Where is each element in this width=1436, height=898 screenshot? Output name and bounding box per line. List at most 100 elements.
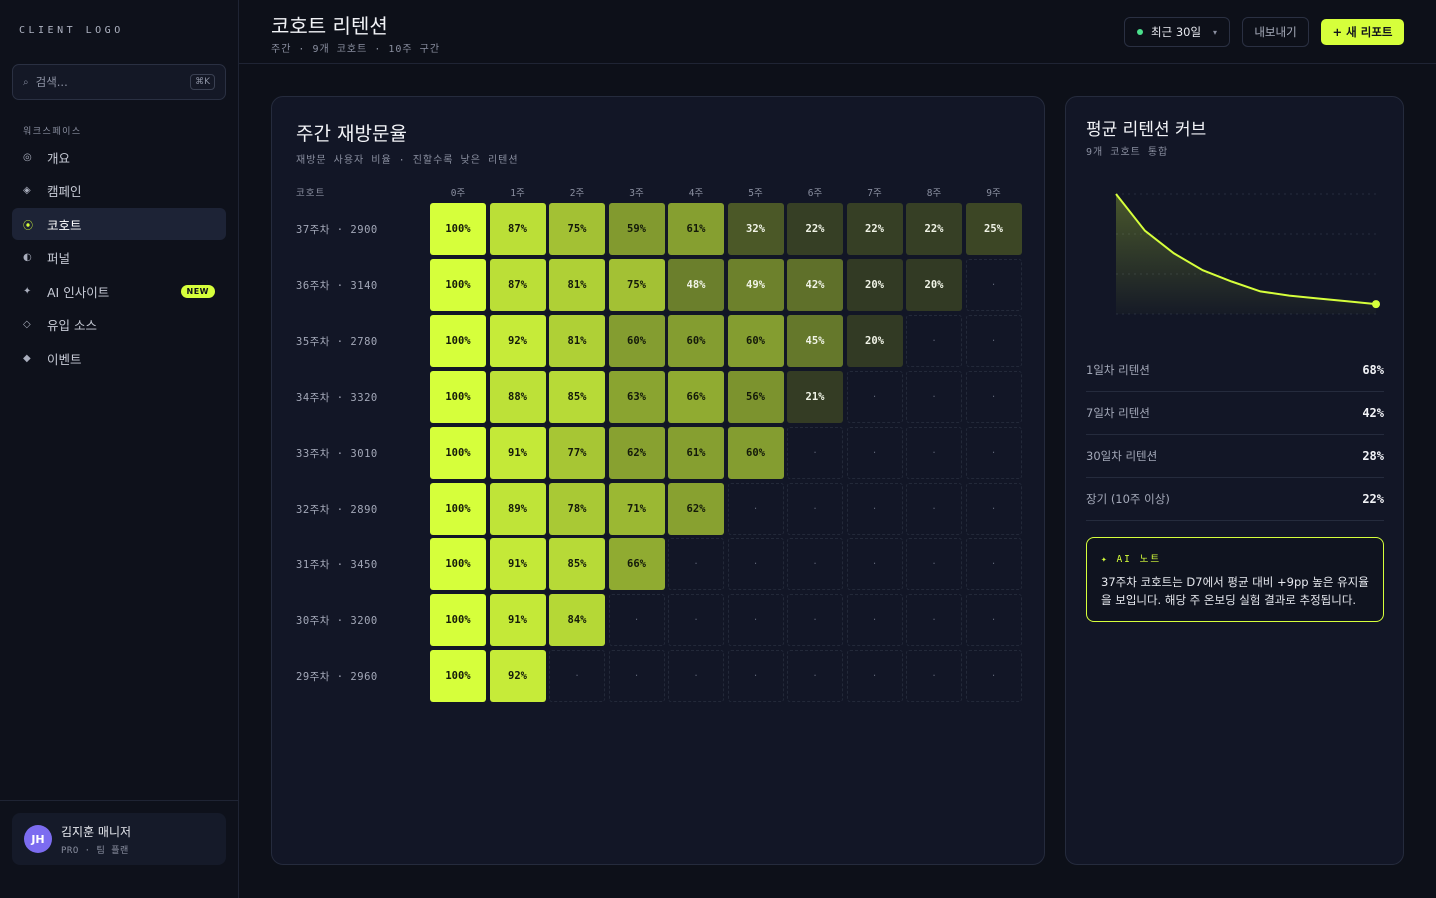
retention-cell[interactable]: 60% xyxy=(608,314,665,367)
retention-cell[interactable]: 77% xyxy=(549,426,605,479)
retention-cell-empty[interactable]: · xyxy=(965,258,1022,311)
retention-cell[interactable]: 81% xyxy=(549,258,605,311)
retention-cell-empty[interactable]: · xyxy=(549,650,605,703)
sidebar-item[interactable]: ⦿ 코호트 xyxy=(12,208,226,240)
retention-cell[interactable]: 85% xyxy=(549,370,605,423)
retention-cell-empty[interactable]: · xyxy=(965,426,1022,479)
retention-cell-empty[interactable]: · xyxy=(965,538,1022,591)
retention-cell[interactable]: 84% xyxy=(549,594,605,647)
client-logo[interactable]: CLIENT LOGO xyxy=(19,25,124,36)
retention-cell[interactable]: 92% xyxy=(489,650,546,703)
retention-cell-empty[interactable]: · xyxy=(906,370,962,423)
retention-cell[interactable]: 100% xyxy=(430,594,486,647)
retention-cell[interactable]: 87% xyxy=(489,203,546,255)
retention-cell-empty[interactable]: · xyxy=(965,370,1022,423)
retention-cell[interactable]: 71% xyxy=(608,482,665,535)
retention-cell-empty[interactable]: · xyxy=(787,594,843,647)
retention-cell[interactable]: 100% xyxy=(430,650,486,703)
sidebar-item[interactable]: ◇ 유입 소스 xyxy=(12,309,226,341)
retention-cell[interactable]: 60% xyxy=(727,426,784,479)
retention-cell[interactable]: 75% xyxy=(608,258,665,311)
retention-cell-empty[interactable]: · xyxy=(608,650,665,703)
date-range-select[interactable]: 최근 30일 ▾ xyxy=(1124,17,1230,47)
retention-cell-empty[interactable]: · xyxy=(846,650,903,703)
retention-cell-empty[interactable]: · xyxy=(846,426,903,479)
retention-cell[interactable]: 48% xyxy=(668,258,724,311)
retention-cell[interactable]: 62% xyxy=(608,426,665,479)
new-report-button[interactable]: + 새 리포트 xyxy=(1321,19,1404,45)
retention-cell-empty[interactable]: · xyxy=(965,650,1022,703)
retention-cell[interactable]: 100% xyxy=(430,426,486,479)
retention-cell-empty[interactable]: · xyxy=(727,650,784,703)
retention-cell-empty[interactable]: · xyxy=(965,482,1022,535)
retention-cell-empty[interactable]: · xyxy=(965,594,1022,647)
retention-cell[interactable]: 21% xyxy=(787,370,843,423)
retention-cell[interactable]: 92% xyxy=(489,314,546,367)
retention-cell-empty[interactable]: · xyxy=(846,370,903,423)
retention-cell[interactable]: 20% xyxy=(906,258,962,311)
sidebar-item[interactable]: ✦ AI 인사이트 NEW xyxy=(12,275,226,307)
retention-cell[interactable]: 66% xyxy=(608,538,665,591)
retention-cell[interactable]: 60% xyxy=(727,314,784,367)
retention-cell[interactable]: 91% xyxy=(489,426,546,479)
retention-cell-empty[interactable]: · xyxy=(787,650,843,703)
retention-cell-empty[interactable]: · xyxy=(787,538,843,591)
retention-cell[interactable]: 42% xyxy=(787,258,843,311)
user-card[interactable]: JH 김지훈 매니저 PRO · 팀 플랜 xyxy=(12,813,226,865)
retention-cell[interactable]: 49% xyxy=(727,258,784,311)
sidebar-item[interactable]: ◐ 퍼널 xyxy=(12,242,226,274)
retention-cell-empty[interactable]: · xyxy=(727,482,784,535)
retention-cell[interactable]: 100% xyxy=(430,314,486,367)
retention-cell-empty[interactable]: · xyxy=(906,650,962,703)
retention-cell[interactable]: 91% xyxy=(489,594,546,647)
retention-cell[interactable]: 89% xyxy=(489,482,546,535)
retention-cell-empty[interactable]: · xyxy=(787,482,843,535)
retention-cell-empty[interactable]: · xyxy=(668,538,724,591)
retention-cell-empty[interactable]: · xyxy=(727,538,784,591)
retention-cell[interactable]: 88% xyxy=(489,370,546,423)
retention-cell[interactable]: 91% xyxy=(489,538,546,591)
retention-cell[interactable]: 20% xyxy=(846,314,903,367)
retention-cell-empty[interactable]: · xyxy=(668,650,724,703)
export-button[interactable]: 내보내기 xyxy=(1242,17,1309,47)
retention-cell[interactable]: 62% xyxy=(668,482,724,535)
retention-cell[interactable]: 100% xyxy=(430,370,486,423)
retention-cell[interactable]: 20% xyxy=(846,258,903,311)
retention-cell[interactable]: 66% xyxy=(668,370,724,423)
retention-cell[interactable]: 45% xyxy=(787,314,843,367)
retention-cell-empty[interactable]: · xyxy=(965,314,1022,367)
retention-cell[interactable]: 100% xyxy=(430,482,486,535)
retention-cell-empty[interactable]: · xyxy=(846,594,903,647)
retention-cell-empty[interactable]: · xyxy=(668,594,724,647)
sidebar-item[interactable]: ◆ 이벤트 xyxy=(12,342,226,374)
retention-cell[interactable]: 61% xyxy=(668,203,724,255)
retention-cell[interactable]: 59% xyxy=(608,203,665,255)
retention-cell[interactable]: 56% xyxy=(727,370,784,423)
retention-cell[interactable]: 100% xyxy=(430,538,486,591)
retention-cell-empty[interactable]: · xyxy=(787,426,843,479)
search-input[interactable]: ⌕ 검색... ⌘K xyxy=(12,64,226,100)
retention-cell-empty[interactable]: · xyxy=(727,594,784,647)
retention-cell[interactable]: 25% xyxy=(965,203,1022,255)
sidebar-item[interactable]: ◎ 개요 xyxy=(12,141,226,173)
retention-cell-empty[interactable]: · xyxy=(846,482,903,535)
retention-cell-empty[interactable]: · xyxy=(906,594,962,647)
retention-cell[interactable]: 87% xyxy=(489,258,546,311)
retention-cell-empty[interactable]: · xyxy=(906,538,962,591)
retention-cell-empty[interactable]: · xyxy=(906,314,962,367)
retention-cell[interactable]: 78% xyxy=(549,482,605,535)
retention-cell[interactable]: 75% xyxy=(549,203,605,255)
retention-cell[interactable]: 22% xyxy=(787,203,843,255)
retention-cell[interactable]: 63% xyxy=(608,370,665,423)
sidebar-item[interactable]: ◈ 캠페인 xyxy=(12,175,226,207)
retention-cell[interactable]: 100% xyxy=(430,258,486,311)
retention-cell-empty[interactable]: · xyxy=(846,538,903,591)
retention-cell[interactable]: 22% xyxy=(906,203,962,255)
retention-cell[interactable]: 85% xyxy=(549,538,605,591)
retention-cell-empty[interactable]: · xyxy=(906,482,962,535)
retention-cell[interactable]: 22% xyxy=(846,203,903,255)
retention-cell[interactable]: 81% xyxy=(549,314,605,367)
retention-cell[interactable]: 60% xyxy=(668,314,724,367)
retention-cell[interactable]: 32% xyxy=(727,203,784,255)
retention-cell-empty[interactable]: · xyxy=(906,426,962,479)
